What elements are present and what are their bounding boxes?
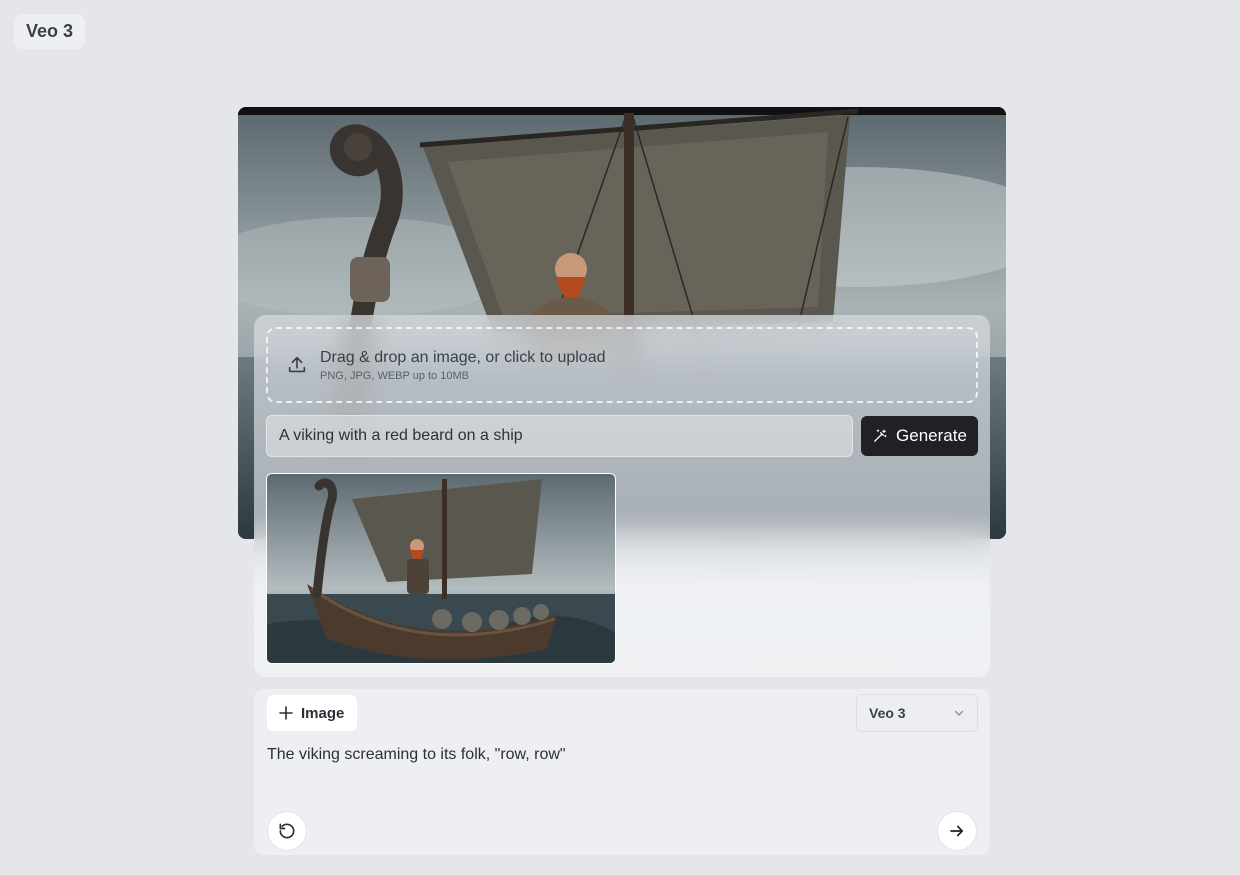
- generated-image-thumbnail[interactable]: [266, 473, 616, 664]
- arrow-right-icon: [950, 825, 964, 837]
- image-dropzone[interactable]: Drag & drop an image, or click to upload…: [266, 327, 978, 403]
- image-generation-panel: Drag & drop an image, or click to upload…: [254, 315, 990, 677]
- dropzone-title: Drag & drop an image, or click to upload: [320, 348, 606, 366]
- add-image-button[interactable]: Image: [267, 695, 358, 731]
- video-prompt-text[interactable]: The viking screaming to its folk, "row, …: [267, 746, 566, 764]
- model-select-value: Veo 3: [869, 705, 906, 721]
- app-title: Veo 3: [14, 14, 86, 49]
- upload-icon: [288, 356, 306, 373]
- generate-label: Generate: [896, 426, 967, 445]
- generate-button[interactable]: Generate: [861, 416, 978, 456]
- model-select[interactable]: Veo 3: [856, 694, 978, 732]
- viking-ship-image: [267, 474, 615, 663]
- video-prompt-composer: Image Veo 3 The viking screaming to its …: [254, 689, 990, 855]
- reset-button[interactable]: [267, 811, 307, 851]
- chevron-down-icon: [954, 710, 964, 716]
- plus-icon: [279, 706, 293, 720]
- add-image-label: Image: [301, 704, 345, 722]
- reset-icon: [279, 823, 295, 839]
- send-button[interactable]: [937, 811, 977, 851]
- magic-wand-icon: [874, 429, 887, 442]
- dropzone-subtitle: PNG, JPG, WEBP up to 10MB: [320, 369, 469, 382]
- image-prompt-input[interactable]: [266, 415, 853, 457]
